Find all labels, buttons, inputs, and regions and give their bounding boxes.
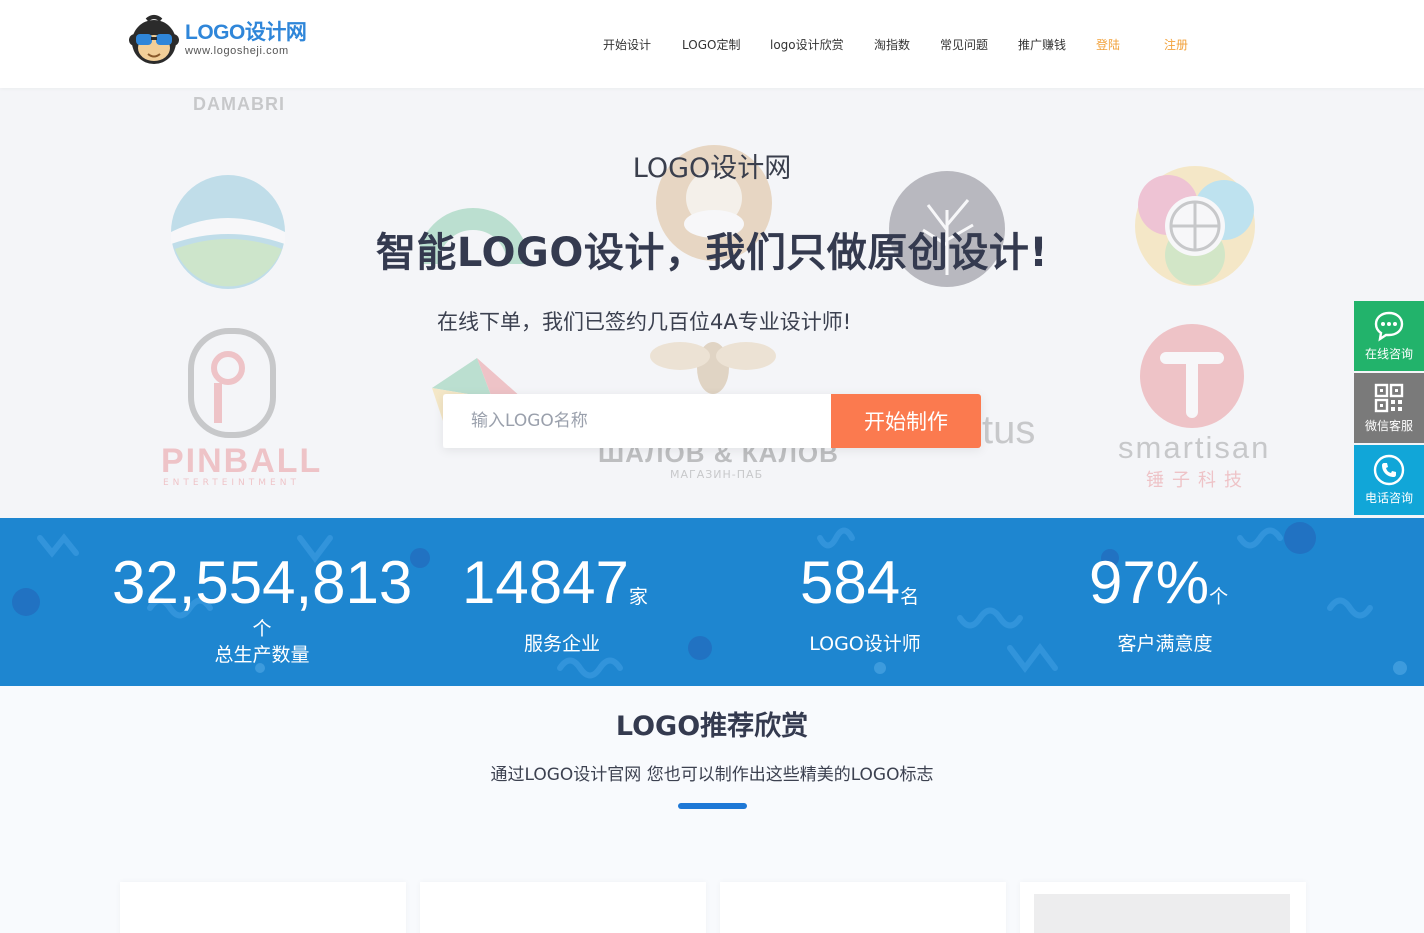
magazin-text: МАГАЗИН-ПАБ	[670, 468, 764, 481]
smartisan-text: smartisan	[1118, 430, 1271, 465]
qr-code-icon	[1374, 383, 1404, 413]
stat-label: 客户满意度	[1117, 633, 1213, 655]
section-title: LOGO推荐欣赏	[615, 711, 809, 742]
stat-satisfaction: 97%个 客户满意度	[1085, 550, 1245, 657]
section-subtitle: 通过LOGO设计官网 您也可以制作出这些精美的LOGO标志	[490, 765, 934, 785]
stat-served-companies: 14847家 服务企业	[462, 550, 662, 657]
wechat-service-button[interactable]: 微信客服	[1354, 373, 1424, 443]
phone-icon	[1373, 454, 1405, 486]
stat-unit: 名	[900, 587, 920, 608]
main-nav: 开始设计 LOGO定制 logo设计欣赏 淘指数 常见问题 推广赚钱 登陆 注册	[0, 36, 1424, 54]
logo-card[interactable]	[720, 882, 1006, 933]
recommended-logos-section: LOGO推荐欣赏 通过LOGO设计官网 您也可以制作出这些精美的LOGO标志	[0, 686, 1424, 933]
stat-unit: 个	[252, 618, 272, 640]
online-consult-button[interactable]: 在线咨询	[1354, 301, 1424, 371]
site-header: LOGO设计网 www.logosheji.com 开始设计 LOGO定制 lo…	[0, 0, 1424, 88]
stat-label: 服务企业	[523, 633, 600, 655]
smartisan-cn-text: 锤子科技	[1146, 470, 1250, 491]
stat-label: 总生产数量	[214, 644, 310, 666]
logo-card[interactable]	[1020, 882, 1306, 933]
start-create-button[interactable]: 开始制作	[831, 394, 981, 448]
smartisan-t-logo-icon	[1140, 324, 1244, 428]
pinball-subtext: ENTERTEINTMENT	[163, 478, 300, 488]
tus-text: tus	[982, 408, 1036, 452]
logo-card[interactable]	[120, 882, 406, 933]
chat-bubble-icon	[1374, 311, 1404, 342]
logo-card-image	[1034, 894, 1290, 933]
nav-logo-custom[interactable]: LOGO定制	[682, 36, 740, 53]
stat-designers: 584名 LOGO设计师	[790, 550, 940, 657]
logo-search-bar: 开始制作	[443, 394, 981, 448]
logo-card[interactable]	[420, 882, 706, 933]
damabri-text: DAMABRI	[193, 94, 285, 114]
phone-consult-button[interactable]: 电话咨询	[1354, 445, 1424, 515]
stats-banner: 32,554,813 个 总生产数量 14847家 服务企业 584名 LOGO…	[0, 518, 1424, 686]
stat-label: LOGO设计师	[809, 633, 921, 655]
hero-subtitle: 在线下单，我们已签约几百位4A专业设计师!	[437, 310, 852, 334]
nav-logo-gallery[interactable]: logo设计欣赏	[770, 36, 844, 53]
nav-register[interactable]: 注册	[1164, 36, 1188, 53]
stat-unit: 个	[1209, 587, 1229, 608]
stat-total-produced: 32,554,813 个 总生产数量	[112, 550, 412, 668]
logo-name-input[interactable]	[443, 394, 831, 448]
nav-tao-index[interactable]: 淘指数	[874, 36, 910, 53]
wechat-service-label: 微信客服	[1364, 419, 1413, 433]
hero-site-name: LOGO设计网	[632, 153, 792, 184]
pinball-text: PINBALL	[161, 442, 323, 480]
stat-value: 32,554,813	[112, 550, 412, 616]
stat-value: 584	[800, 549, 901, 616]
phone-consult-label: 电话咨询	[1364, 491, 1413, 505]
nav-login[interactable]: 登陆	[1096, 36, 1120, 53]
stat-unit: 家	[628, 587, 648, 608]
nav-start-design[interactable]: 开始设计	[603, 36, 651, 53]
nav-affiliate[interactable]: 推广赚钱	[1018, 36, 1066, 53]
hero-title: 智能LOGO设计，我们只做原创设计!	[375, 230, 1049, 276]
stat-value: 14847	[462, 549, 629, 616]
section-divider	[678, 803, 747, 809]
nav-faq[interactable]: 常见问题	[940, 36, 988, 53]
stat-value: 97%	[1089, 549, 1210, 616]
bee-logo-icon	[650, 342, 776, 394]
online-consult-label: 在线咨询	[1364, 347, 1413, 361]
hero-section: DAMABRI PINBALL ENTERTEINTMENT ШАЛОВ & К…	[0, 88, 1424, 518]
pinball-logo-icon	[188, 328, 276, 438]
